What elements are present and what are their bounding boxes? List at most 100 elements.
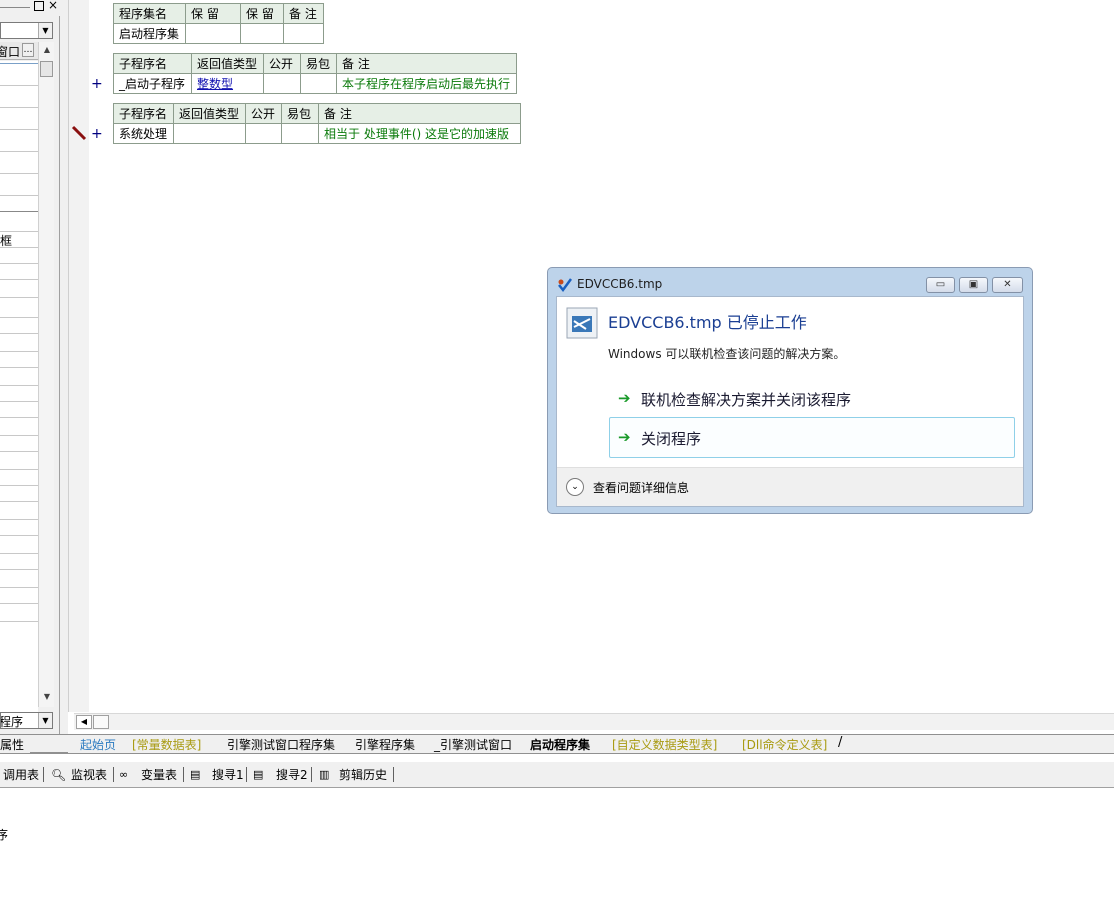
table-cell[interactable] (173, 123, 246, 144)
tab-start-page[interactable]: 起始页 (80, 736, 116, 754)
panel-title-line (0, 7, 30, 8)
editor-hscrollbar[interactable]: ◀ (74, 713, 1114, 730)
more-button[interactable]: … (22, 43, 34, 57)
tab-separator (30, 735, 68, 753)
tab-end-icon: / (838, 735, 843, 750)
program-set-name[interactable]: 启动程序集 (113, 23, 186, 44)
col-header: 易包 (300, 53, 337, 74)
variable-table-button[interactable]: 变量表 (141, 766, 177, 784)
property-scrollbar[interactable]: ▲ ▼ (38, 42, 54, 707)
tab-bar: 属性 起始页 [常量数据表] 引擎测试窗口程序集 引擎程序集 _引擎测试窗口 启… (0, 734, 1114, 754)
dialog-description: Windows 可以联机检查该问题的解决方案。 (608, 347, 846, 361)
dialog-heading: EDVCCB6.tmp 已停止工作 (608, 313, 807, 332)
dialog-title: EDVCCB6.tmp (577, 277, 663, 291)
view-details-link[interactable]: 查看问题详细信息 (593, 479, 689, 496)
subprogram-table-2: 子程序名 返回值类型 公开 易包 备 注 系统处理 相当于 处理事件() 这是它… (113, 103, 521, 144)
col-header: 返回值类型 (191, 53, 264, 74)
table-cell[interactable] (240, 23, 284, 44)
col-header: 保 留 (240, 3, 284, 24)
return-type-cell[interactable]: 整数型 (191, 73, 264, 94)
col-header: 备 注 (283, 3, 324, 24)
tab-engine-test-window[interactable]: _引擎测试窗口 (434, 736, 512, 754)
search2-button[interactable]: 搜寻2 (276, 766, 308, 784)
tab-engine-set[interactable]: 引擎程序集 (355, 736, 415, 754)
clip-history-button[interactable]: 剪辑历史 (339, 766, 387, 784)
col-header: 子程序名 (113, 53, 192, 74)
tab-constants[interactable]: [常量数据表] (132, 736, 201, 754)
green-arrow-icon: ➔ (618, 389, 631, 407)
col-header: 公开 (245, 103, 282, 124)
subprogram-note[interactable]: 本子程序在程序启动后最先执行 (336, 73, 517, 94)
col-header: 公开 (263, 53, 301, 74)
close-icon[interactable]: × (48, 0, 58, 12)
hscroll-thumb[interactable] (93, 715, 109, 729)
details-footer: ⌄ 查看问题详细信息 (557, 467, 1023, 506)
subprogram-note[interactable]: 相当于 处理事件() 这是它的加速版 (318, 123, 521, 144)
program-combo-value: 程序 (0, 715, 24, 729)
tab-dll-commands[interactable]: [Dll命令定义表] (742, 736, 827, 754)
close-program-option[interactable]: ➔ 关闭程序 (609, 417, 1015, 458)
expand-sub1-button[interactable]: + (91, 76, 103, 92)
check-online-label: 联机检查解决方案并关闭该程序 (641, 391, 852, 409)
program-icon (566, 307, 598, 339)
call-table-button[interactable]: 调用表 (3, 766, 39, 784)
search-doc-icon: ▤ (253, 768, 264, 781)
property-row-label: 框 (0, 234, 13, 248)
app-icon (558, 278, 573, 293)
col-header: 返回值类型 (173, 103, 246, 124)
dialog-content: EDVCCB6.tmp 已停止工作 Windows 可以联机检查该问题的解决方案… (556, 296, 1024, 507)
col-header: 子程序名 (113, 103, 174, 124)
tab-engine-test-window-set[interactable]: 引擎测试窗口程序集 (227, 736, 335, 754)
col-header: 易包 (281, 103, 319, 124)
property-header-label: 窗口 (0, 45, 21, 59)
scroll-left-icon[interactable]: ◀ (76, 715, 92, 729)
property-grid[interactable]: 框 (0, 61, 38, 721)
magnifier-icon: 🔍︎ (51, 768, 67, 782)
col-header: 保 留 (185, 3, 241, 24)
check-online-option[interactable]: ➔ 联机检查解决方案并关闭该程序 (609, 381, 1015, 417)
table-cell[interactable] (263, 73, 301, 94)
subprogram-name[interactable]: _启动子程序 (113, 73, 192, 94)
subprogram-name[interactable]: 系统处理 (113, 123, 174, 144)
watch-table-button[interactable]: 监视表 (71, 766, 107, 784)
tab-startup-set[interactable]: 启动程序集 (530, 736, 590, 754)
table-cell[interactable] (185, 23, 241, 44)
close-button[interactable]: ✕ (992, 277, 1023, 293)
close-program-label: 关闭程序 (641, 430, 702, 448)
table-cell[interactable] (281, 123, 319, 144)
minimize-button[interactable]: ▭ (926, 277, 955, 293)
expand-details-icon[interactable]: ⌄ (566, 478, 584, 496)
output-text: 序 (0, 828, 9, 842)
bottom-toolbar: 调用表 🔍︎ 监视表 ∞ 变量表 ▤ 搜寻1 ▤ 搜寻2 ▥ 剪辑历史 (0, 762, 1114, 788)
object-combo[interactable]: ▼ (0, 22, 53, 39)
program-set-table: 程序集名 保 留 保 留 备 注 启动程序集 (113, 3, 324, 44)
chevron-down-icon[interactable]: ▼ (38, 23, 52, 38)
chevron-down-icon[interactable]: ▼ (38, 713, 52, 728)
properties-panel: × ▼ 窗口 … 框 ▲ ▼ 程序 ▼ (0, 0, 60, 735)
program-combo[interactable]: 程序 ▼ (0, 712, 53, 729)
splitter[interactable] (60, 0, 68, 735)
pencil-icon (71, 125, 87, 141)
table-cell[interactable] (283, 23, 324, 44)
table-cell[interactable] (300, 73, 337, 94)
error-dialog: EDVCCB6.tmp ▭ ▣ ✕ EDVCCB6.tmp 已停止工作 Wind… (547, 267, 1033, 514)
tab-properties[interactable]: 属性 (0, 736, 24, 754)
panel-titlebar: × (0, 0, 60, 16)
scroll-down-icon[interactable]: ▼ (39, 689, 55, 705)
property-header: 窗口 … (0, 42, 38, 60)
expand-sub2-button[interactable]: + (91, 126, 103, 142)
scroll-thumb[interactable] (40, 61, 53, 77)
col-header: 备 注 (336, 53, 517, 74)
return-type-link[interactable]: 整数型 (197, 77, 233, 91)
tab-custom-types[interactable]: [自定义数据类型表] (612, 736, 717, 754)
scroll-up-icon[interactable]: ▲ (39, 42, 55, 58)
output-panel[interactable]: 序 (0, 790, 1114, 915)
col-header: 备 注 (318, 103, 521, 124)
search-doc-icon: ▤ (190, 768, 201, 781)
restore-icon[interactable] (34, 1, 44, 11)
clipboard-icon: ▥ (319, 768, 330, 781)
maximize-button[interactable]: ▣ (959, 277, 988, 293)
search1-button[interactable]: 搜寻1 (212, 766, 244, 784)
green-arrow-icon: ➔ (618, 428, 631, 446)
table-cell[interactable] (245, 123, 282, 144)
